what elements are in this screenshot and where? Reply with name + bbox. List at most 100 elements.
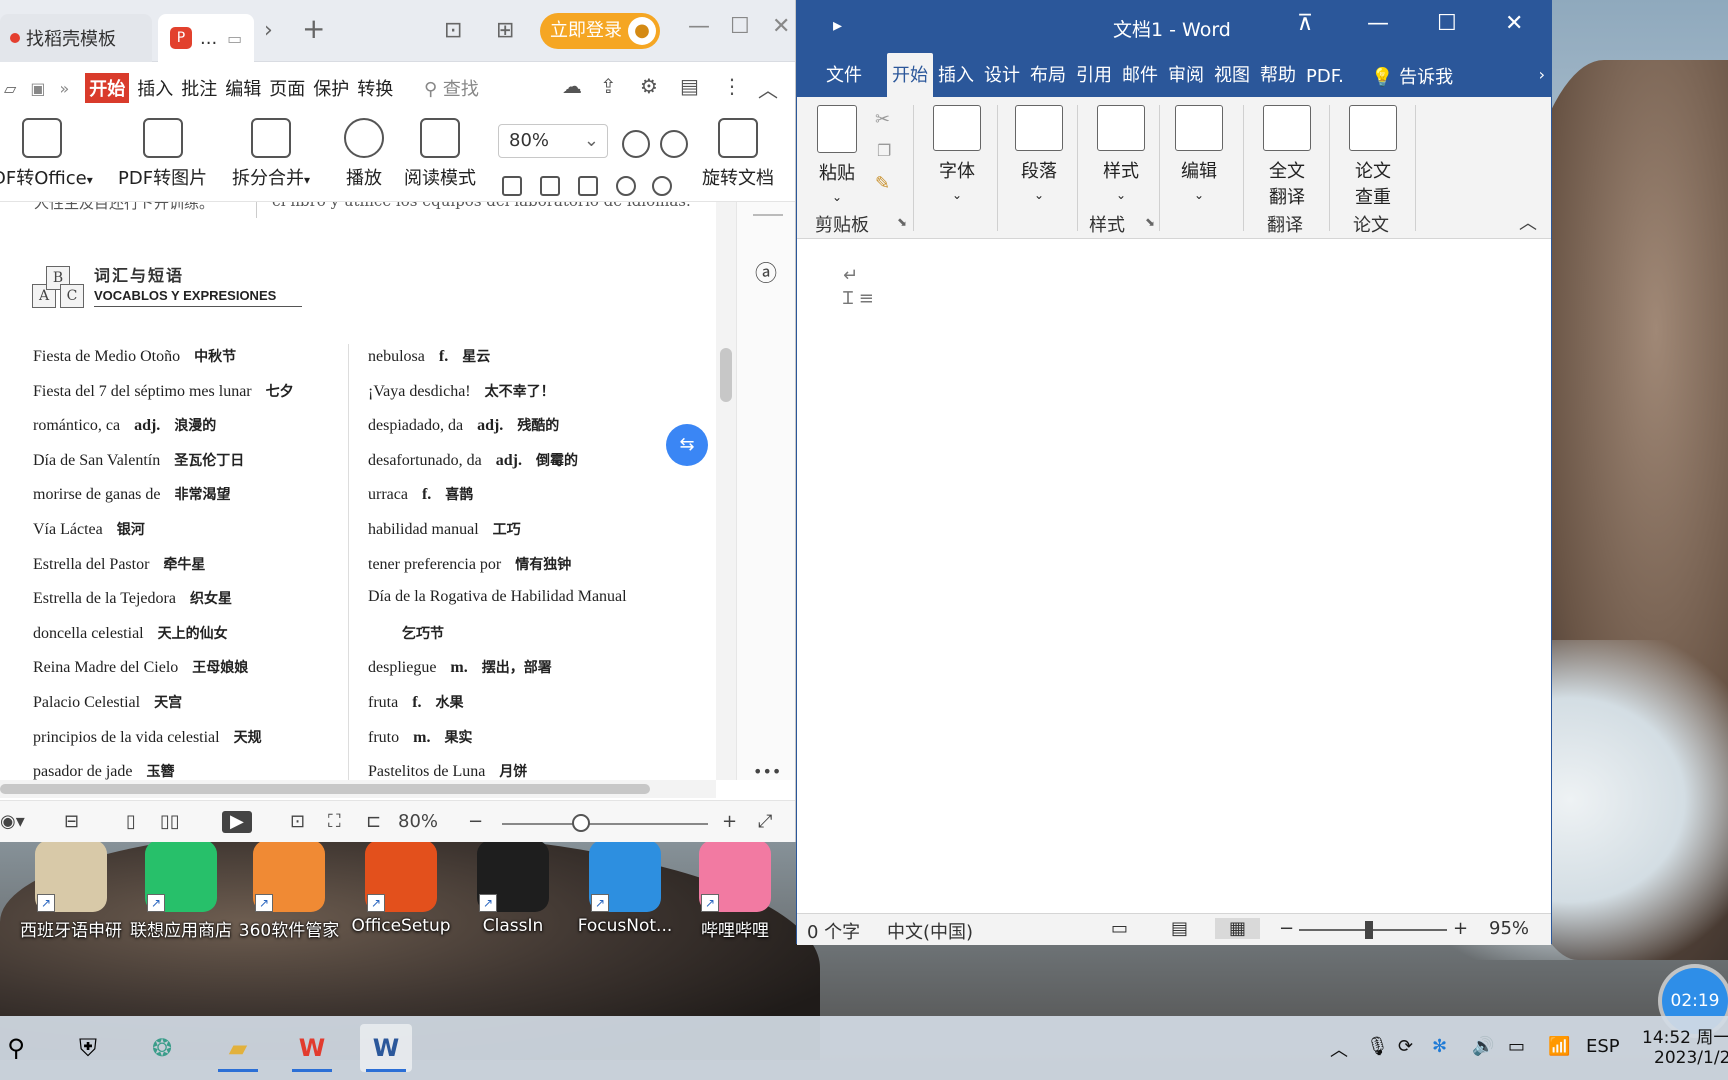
minimize-icon[interactable]: — [1367, 11, 1389, 36]
minimize-icon[interactable]: — [688, 14, 710, 39]
collapse-ribbon-icon[interactable]: ︿ [1519, 209, 1537, 235]
scrollbar-thumb[interactable] [0, 784, 650, 794]
more-vertical-icon[interactable]: ⋮ [722, 74, 742, 98]
battery-icon[interactable]: ▭ [1508, 1036, 1525, 1057]
desktop-icon[interactable]: ↗ ClassIn [458, 840, 568, 936]
play-button[interactable]: 播放 [344, 118, 384, 190]
save-icon[interactable]: ▣ [30, 79, 45, 98]
close-icon[interactable]: ✕ [1505, 11, 1523, 36]
close-icon[interactable]: ✕ [772, 14, 790, 39]
more-chevron-icon[interactable]: » [59, 79, 69, 98]
menu-edit[interactable]: 编辑 [225, 75, 261, 101]
rotate-right-icon[interactable] [652, 176, 672, 196]
menu-home[interactable]: 开始 [85, 73, 130, 103]
thesis-check-button[interactable]: 论文 查重 [1349, 105, 1397, 209]
login-button[interactable]: 立即登录 ● [540, 13, 660, 49]
share-icon[interactable]: ⇪ [600, 74, 617, 98]
sync-icon[interactable]: ✻ [1432, 1036, 1447, 1057]
menu-convert[interactable]: 转换 [357, 75, 393, 101]
tab-review[interactable]: 审阅 [1163, 53, 1209, 97]
convert-float-button[interactable]: ⇆ [666, 424, 708, 466]
volume-icon[interactable]: 🔊 [1472, 1036, 1494, 1057]
desktop-icon[interactable]: ↗ 哔哩哔哩 [680, 840, 790, 941]
desktop-icon[interactable]: ↗ 360软件管家 [234, 840, 344, 941]
zoom-in-icon[interactable] [660, 130, 688, 158]
document-canvas[interactable]: ↵ Ɪ ≡ [797, 239, 1551, 907]
collapse-ribbon-icon[interactable]: ︿ [758, 74, 778, 103]
read-mode-button[interactable]: 阅读模式 [404, 118, 476, 190]
tray-overflow-icon[interactable]: ︿ [1330, 1036, 1348, 1062]
zoom-slider-knob[interactable] [1365, 921, 1373, 939]
full-translate-button[interactable]: 全文 翻译 [1263, 105, 1311, 209]
horizontal-scrollbar[interactable] [0, 780, 716, 798]
play-slideshow-icon[interactable]: ▶ [222, 811, 252, 833]
zoom-level[interactable]: 95% [1489, 918, 1529, 939]
comment-icon[interactable]: ▤ [680, 74, 699, 98]
wifi-icon[interactable]: 📶 [1548, 1036, 1570, 1057]
desktop-icon[interactable]: ↗ FocusNot... [570, 840, 680, 936]
window-layout-icon[interactable]: ⊡ [444, 18, 462, 43]
language-indicator[interactable]: ESP [1586, 1036, 1620, 1057]
single-page-icon[interactable]: ▯ [126, 811, 136, 833]
pdf-to-office-button[interactable]: DF转Office▾ [0, 118, 93, 190]
web-layout-icon[interactable]: ▦ [1215, 918, 1261, 939]
pdf-to-image-button[interactable]: PDF转图片 [118, 118, 207, 190]
tab-view[interactable]: 视图 [1209, 53, 1255, 97]
desktop-icon[interactable]: ↗ OfficeSetup [346, 840, 456, 936]
zoom-slider[interactable] [502, 823, 708, 825]
paragraph-button[interactable]: 段落 ⌄ [1015, 105, 1063, 204]
security-shield-icon[interactable]: ⛨ [62, 1024, 114, 1072]
paste-button[interactable]: 粘贴 ⌄ [817, 105, 857, 206]
desktop-icon[interactable]: ↗ 联想应用商店 [126, 840, 236, 941]
screen-recorder-icon[interactable]: ⟳ [1398, 1036, 1413, 1057]
menu-protect[interactable]: 保护 [313, 75, 349, 101]
tab-file[interactable]: 文件 [821, 53, 867, 97]
word-count[interactable]: 0 个字 [807, 918, 860, 944]
actual-size-icon[interactable] [502, 176, 522, 196]
tab-mailings[interactable]: 邮件 [1117, 53, 1163, 97]
menu-page[interactable]: 页面 [269, 75, 305, 101]
quick-access-more-icon[interactable]: ▸ [833, 15, 842, 36]
print-layout-icon[interactable]: ▤ [1171, 918, 1188, 939]
tab-pdf-document[interactable]: P ... ▭ [158, 14, 254, 62]
tab-references[interactable]: 引用 [1071, 53, 1117, 97]
actual-size-icon[interactable]: ⊡ [290, 811, 305, 833]
zoom-slider[interactable] [1299, 929, 1447, 931]
dialog-launcher-icon[interactable]: ⬊ [1145, 215, 1155, 229]
search-input[interactable]: ⚲ 查找 [424, 75, 479, 101]
system-clock[interactable]: 14:52 周一 2023/1/2 [1642, 1028, 1728, 1068]
edit-button[interactable]: 编辑 ⌄ [1175, 105, 1223, 204]
tab-home[interactable]: 开始 [887, 53, 933, 97]
eye-icon[interactable]: ◉▾ [0, 811, 25, 833]
styles-button[interactable]: 样式 ⌄ [1097, 105, 1145, 204]
zoom-out-icon[interactable]: − [468, 811, 483, 833]
word-app-icon[interactable]: W [360, 1024, 412, 1072]
microphone-icon[interactable]: 🎙 [1366, 1036, 1389, 1057]
zoom-slider-knob[interactable] [572, 814, 590, 832]
maximize-icon[interactable]: ☐ [1437, 11, 1457, 36]
maximize-icon[interactable]: ☐ [730, 14, 750, 39]
cut-icon[interactable]: ✂ [875, 109, 890, 130]
format-painter-icon[interactable]: ✎ [875, 173, 890, 194]
copy-icon[interactable]: ❐ [877, 141, 891, 160]
zoom-in-icon[interactable]: + [1453, 918, 1468, 939]
fit-page-icon[interactable]: ⛶ [328, 811, 341, 833]
tab-help[interactable]: 帮助 [1255, 53, 1301, 97]
rotate-document-button[interactable]: 旋转文档 [702, 118, 774, 190]
cloud-icon[interactable]: ☁ [562, 74, 582, 98]
status-zoom-value[interactable]: 80% [398, 811, 438, 833]
chevron-right-icon[interactable]: › [264, 18, 273, 43]
wps-office-icon[interactable]: W [286, 1024, 338, 1072]
tab-preview-icon[interactable]: ▭ [227, 29, 242, 48]
scrollbar-thumb[interactable] [720, 348, 732, 402]
two-page-icon[interactable]: ▯▯ [160, 811, 180, 833]
fit-width-icon[interactable]: ⊏ [366, 811, 381, 833]
translate-icon[interactable]: ⓐ [755, 256, 777, 288]
search-icon[interactable]: ⚲ [0, 1024, 42, 1072]
read-mode-icon[interactable]: ▭ [1111, 918, 1128, 939]
more-horizontal-icon[interactable]: ••• [753, 762, 781, 781]
zoom-out-icon[interactable]: − [1279, 918, 1294, 939]
tab-insert[interactable]: 插入 [933, 53, 979, 97]
menu-annotate[interactable]: 批注 [181, 75, 217, 101]
tab-scroll-right-icon[interactable]: › [1539, 65, 1545, 84]
